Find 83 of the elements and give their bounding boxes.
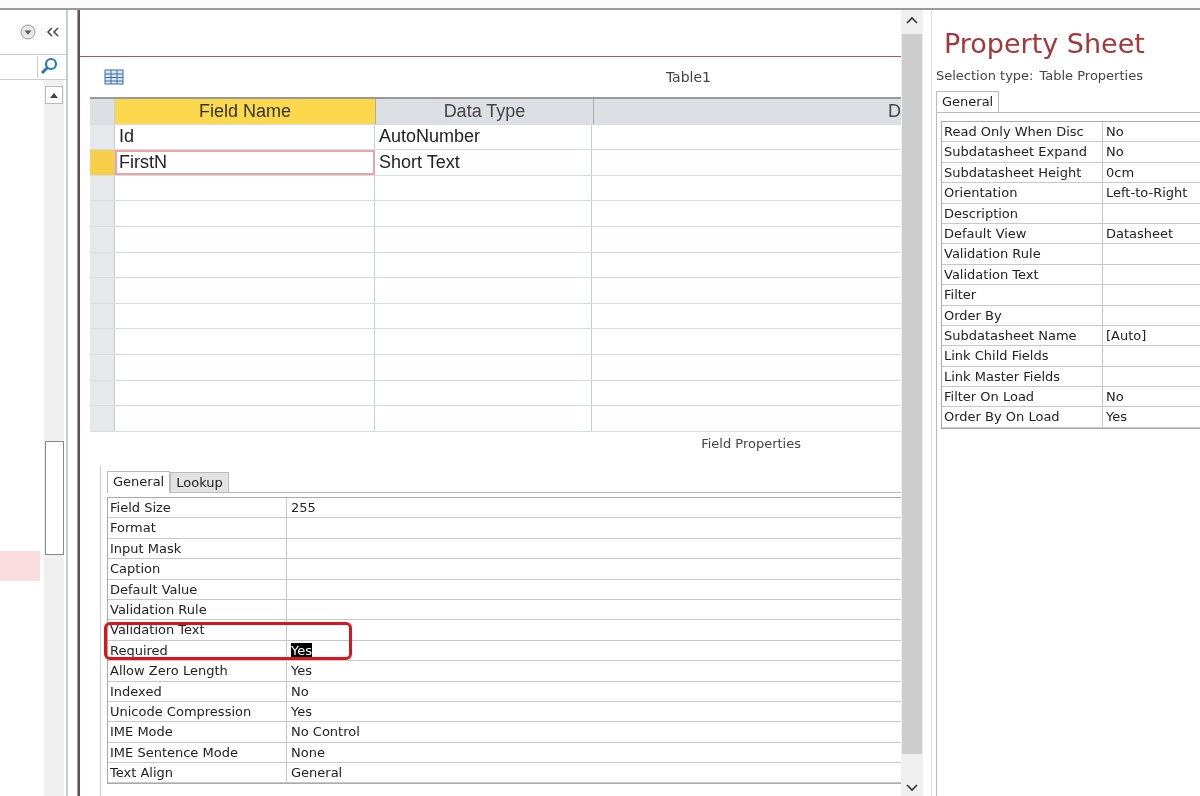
property-label: Order By: [942, 305, 1103, 325]
selected-item-background[interactable]: [0, 551, 40, 581]
collapse-icon[interactable]: [46, 26, 60, 38]
property-value[interactable]: Yes: [291, 642, 312, 658]
row-selector[interactable]: [90, 278, 115, 303]
property-label: Link Child Fields: [942, 346, 1103, 366]
table-cell[interactable]: FirstN: [115, 150, 375, 175]
tab[interactable]: General: [936, 91, 1000, 113]
property-value[interactable]: Yes: [291, 703, 312, 719]
up-arrow-icon: [49, 92, 59, 98]
scroll-thumb[interactable]: [902, 34, 922, 754]
row-selector[interactable]: [90, 150, 115, 175]
scrollbar[interactable]: [901, 10, 923, 796]
column-header[interactable]: Data Type: [376, 99, 594, 124]
property-label: Subdatasheet Name: [942, 325, 1103, 346]
property-label: Field Size: [108, 498, 287, 518]
table-icon: [104, 69, 124, 85]
table-title: Table1: [665, 69, 711, 85]
property-label: Default Value: [108, 579, 287, 599]
scroll-up-button[interactable]: [45, 86, 63, 104]
property-value[interactable]: No Control: [291, 724, 360, 740]
tab[interactable]: General: [107, 471, 171, 493]
table-cell[interactable]: Short Text: [375, 150, 592, 175]
property-label: Link Master Fields: [942, 366, 1103, 387]
property-label: Validation Text: [942, 264, 1103, 285]
property-label: Validation Text: [108, 620, 287, 640]
property-value[interactable]: Datasheet: [1106, 225, 1174, 241]
property-label: Subdatasheet Height: [942, 162, 1103, 183]
property-value[interactable]: Yes: [1106, 409, 1127, 425]
property-label: Subdatasheet Expand: [942, 142, 1103, 162]
row-selector[interactable]: [90, 380, 115, 406]
property-label: Unicode Compression: [108, 701, 287, 722]
property-value[interactable]: [Auto]: [1106, 327, 1147, 343]
row-selector[interactable]: [90, 124, 115, 150]
dropdown-icon[interactable]: [20, 24, 36, 40]
select-all-corner[interactable]: [90, 99, 115, 124]
column-header[interactable]: Field Name: [115, 99, 376, 124]
property-label: Default View: [942, 223, 1103, 244]
property-value[interactable]: No: [1106, 144, 1124, 160]
row-selector[interactable]: [90, 226, 115, 252]
selection-type-label: Selection type:: [936, 67, 1034, 83]
row-selector[interactable]: [90, 329, 115, 354]
section-title: Field Properties: [700, 435, 802, 453]
property-label: Filter On Load: [942, 387, 1103, 407]
property-label: Format: [108, 518, 287, 538]
scroll-thumb[interactable]: [44, 441, 64, 555]
panel-title: Property Sheet: [943, 27, 1146, 61]
property-value[interactable]: No: [1106, 389, 1124, 405]
property-label: Required: [108, 640, 287, 661]
property-label: IME Sentence Mode: [108, 742, 287, 763]
property-label: Validation Rule: [942, 244, 1103, 264]
property-label: Read Only When Disc: [942, 122, 1103, 142]
property-value[interactable]: Yes: [291, 663, 312, 679]
tab[interactable]: Lookup: [170, 472, 229, 492]
row-selector[interactable]: [90, 252, 115, 278]
property-label: Caption: [108, 559, 287, 579]
row-selector[interactable]: [90, 303, 115, 329]
selection-type-value: Table Properties: [1039, 67, 1143, 83]
row-selector[interactable]: [90, 201, 115, 226]
property-label: Orientation: [942, 183, 1103, 203]
scrollbar[interactable]: [44, 80, 64, 796]
property-label: Validation Rule: [108, 599, 287, 620]
property-label: Text Align: [108, 763, 287, 783]
property-value[interactable]: 255: [291, 500, 316, 515]
property-label: Input Mask: [108, 538, 287, 559]
table-cell[interactable]: Id: [115, 124, 375, 150]
property-value[interactable]: Left-to-Right: [1106, 185, 1188, 201]
property-value[interactable]: 0cm: [1106, 164, 1135, 180]
column-header[interactable]: D: [594, 99, 901, 124]
property-label: Order By On Load: [942, 407, 1103, 427]
property-label: Filter: [942, 285, 1103, 305]
row-selector[interactable]: [90, 406, 115, 431]
property-value[interactable]: General: [291, 765, 343, 781]
property-value[interactable]: No: [291, 683, 309, 699]
table-cell[interactable]: AutoNumber: [375, 124, 592, 150]
property-label: IME Mode: [108, 722, 287, 742]
property-label: Indexed: [108, 681, 287, 701]
row-selector[interactable]: [90, 175, 115, 201]
property-value[interactable]: None: [291, 744, 325, 760]
property-label: Description: [942, 203, 1103, 223]
property-label: Allow Zero Length: [108, 661, 287, 681]
row-selector[interactable]: [90, 354, 115, 380]
property-value[interactable]: No: [1106, 124, 1124, 139]
